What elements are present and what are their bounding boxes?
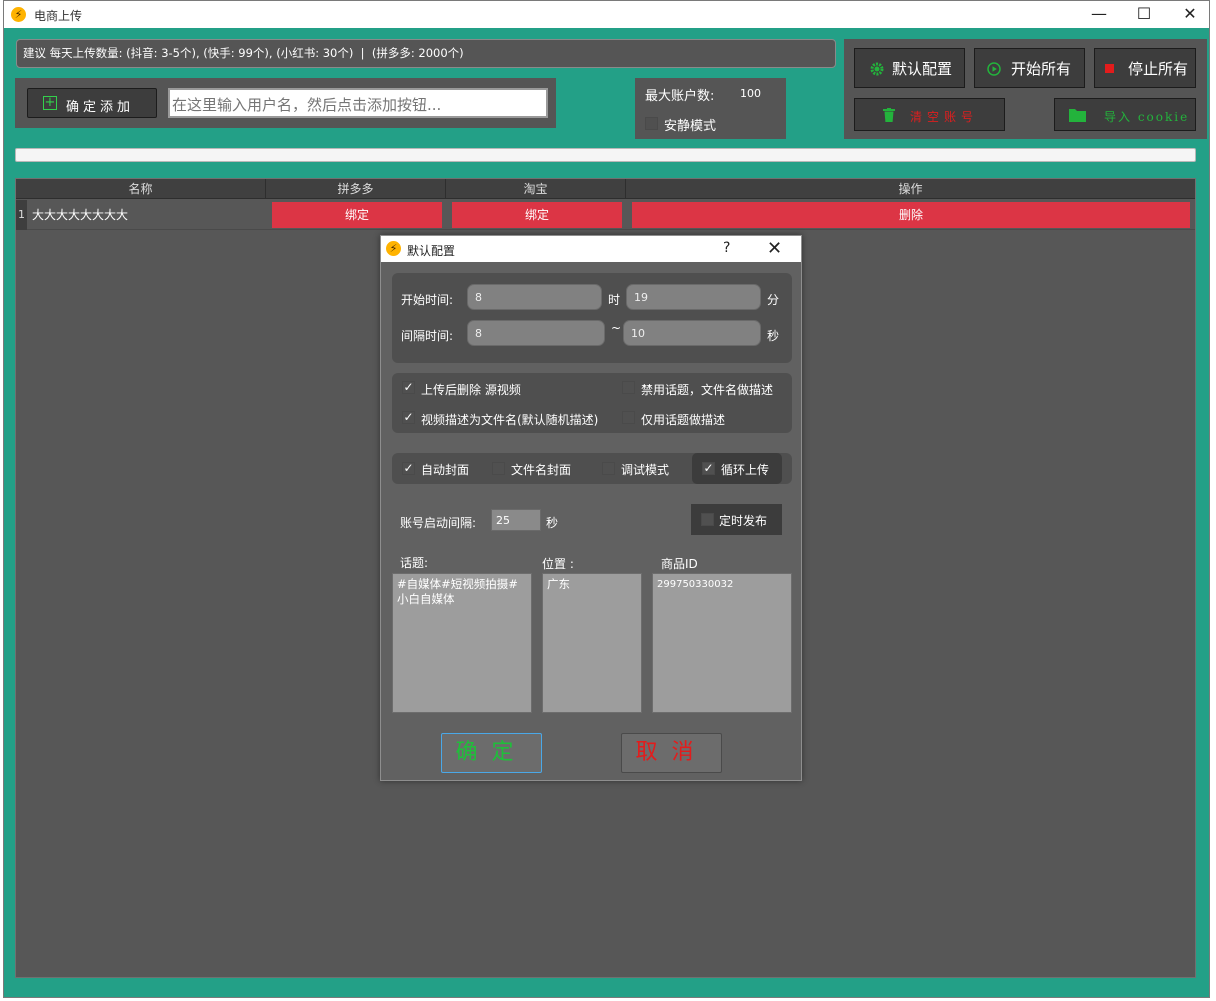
start-hour-field[interactable]: 8: [467, 284, 602, 310]
debug-mode-checkbox[interactable]: [602, 462, 615, 475]
upload-recommendation-notice: 建议 每天上传数量: (抖音: 3-5个), (快手: 99个), (小红书: …: [16, 39, 836, 68]
app-logo-icon: ⚡: [11, 7, 26, 22]
location-textarea[interactable]: 广东: [542, 573, 642, 713]
row-name: 大大大大大大大大: [32, 208, 129, 222]
start-all-label: 开始所有: [1011, 60, 1072, 78]
cancel-button[interactable]: 取消: [621, 733, 722, 773]
location-label: 位置 :: [542, 557, 574, 571]
bind-pdd-button[interactable]: 绑定: [272, 202, 442, 228]
start-minute-field[interactable]: 19: [626, 284, 761, 310]
time-settings-group: 开始时间: 8 时 19 分 间隔时间: 8 ~ 10 秒: [392, 273, 792, 363]
filename-cover-label: 文件名封面: [511, 463, 572, 477]
topic-only-label: 仅用话题做描述: [641, 413, 726, 427]
loop-upload-checkbox[interactable]: ✓: [702, 462, 715, 475]
add-user-panel: + 确定添加: [15, 78, 556, 128]
dialog-title: 默认配置: [407, 244, 456, 258]
delete-after-upload-label: 上传后删除 源视频: [421, 383, 521, 397]
plus-icon: +: [43, 95, 57, 110]
column-header-action[interactable]: 操作: [626, 179, 1195, 199]
topic-only-checkbox[interactable]: [622, 411, 635, 424]
product-id-label: 商品ID: [661, 557, 698, 571]
default-config-button[interactable]: 默认配置: [854, 48, 965, 88]
confirm-add-button[interactable]: + 确定添加: [27, 88, 157, 118]
clear-accounts-label: 清空账号: [910, 110, 979, 124]
scheduled-publish-toggle[interactable]: 定时发布: [691, 504, 782, 535]
scheduled-publish-label: 定时发布: [719, 514, 768, 528]
quiet-mode-label: 安静模式: [664, 119, 717, 134]
loop-upload-toggle[interactable]: ✓ 循环上传: [692, 453, 782, 484]
max-accounts-value: 100: [740, 87, 761, 100]
column-header-taobao[interactable]: 淘宝: [446, 179, 626, 199]
minimize-button[interactable]: —: [1076, 1, 1122, 28]
interval-to-field[interactable]: 10: [623, 320, 761, 346]
hour-unit-label: 时: [608, 293, 621, 307]
import-cookie-label: 导入 cookie: [1104, 110, 1190, 124]
table-row[interactable]: 1 大大大大大大大大 绑定 绑定 删除: [16, 200, 1195, 230]
stop-all-label: 停止所有: [1128, 60, 1189, 78]
column-header-name[interactable]: 名称: [16, 179, 266, 199]
username-input[interactable]: [168, 88, 548, 118]
delete-button[interactable]: 删除: [632, 202, 1190, 228]
default-config-dialog: ⚡ 默认配置 ? ✕ 开始时间: 8 时 19 分 间隔时间: 8 ~ 10 秒…: [380, 235, 802, 781]
account-interval-label: 账号启动间隔:: [400, 516, 477, 530]
title-bar: ⚡ 电商上传 — ☐ ✕: [4, 1, 1209, 28]
trash-icon: [883, 108, 895, 122]
default-config-label: 默认配置: [892, 60, 953, 78]
auto-cover-checkbox[interactable]: ✓: [402, 462, 415, 475]
progress-bar: [15, 148, 1196, 162]
desc-as-filename-checkbox[interactable]: ✓: [402, 411, 415, 424]
clear-accounts-button[interactable]: 清空账号: [854, 98, 1005, 131]
interval-label: 间隔时间:: [401, 329, 454, 343]
row-index: 1: [16, 200, 27, 230]
upload-options-group: ✓ 自动封面 文件名封面 调试模式 ✓ 循环上传: [392, 453, 792, 484]
delete-after-upload-checkbox[interactable]: ✓: [402, 381, 415, 394]
start-time-label: 开始时间:: [401, 293, 454, 307]
loop-upload-label: 循环上传: [721, 463, 770, 477]
scheduled-publish-checkbox[interactable]: [701, 513, 714, 526]
start-all-button[interactable]: 开始所有: [974, 48, 1085, 88]
window-title: 电商上传: [34, 9, 83, 23]
import-cookie-button[interactable]: 导入 cookie: [1054, 98, 1196, 131]
description-options-group: ✓ 上传后删除 源视频 禁用话题，文件名做描述 ✓ 视频描述为文件名(默认随机描…: [392, 373, 792, 433]
disable-topic-checkbox[interactable]: [622, 381, 635, 394]
dialog-close-button[interactable]: ✕: [767, 238, 782, 259]
topic-textarea[interactable]: #自媒体#短视频拍摄#小白自媒体: [392, 573, 532, 713]
play-circle-icon: [987, 62, 1001, 76]
maximize-button[interactable]: ☐: [1121, 1, 1167, 28]
quiet-mode-checkbox[interactable]: [645, 117, 658, 130]
desc-as-filename-label: 视频描述为文件名(默认随机描述): [421, 413, 599, 427]
folder-icon: [1069, 109, 1086, 122]
toolbar-panel: 默认配置 开始所有 停止所有 清空账号 导入 cookie: [844, 39, 1207, 139]
dialog-title-bar: ⚡ 默认配置 ? ✕: [381, 236, 801, 262]
ok-button[interactable]: 确定: [441, 733, 542, 773]
account-settings-panel: 最大账户数: 100 安静模式: [635, 78, 786, 139]
help-button[interactable]: ?: [723, 240, 730, 256]
second-unit-label: 秒: [767, 329, 780, 343]
dialog-logo-icon: ⚡: [386, 241, 401, 256]
filename-cover-checkbox[interactable]: [492, 462, 505, 475]
disable-topic-label: 禁用话题，文件名做描述: [641, 383, 774, 397]
close-window-button[interactable]: ✕: [1167, 1, 1213, 28]
stop-icon: [1105, 64, 1114, 73]
debug-mode-label: 调试模式: [621, 463, 670, 477]
topic-label: 话题:: [400, 556, 429, 570]
minute-unit-label: 分: [767, 293, 780, 307]
gear-icon: [870, 62, 884, 76]
confirm-add-label: 确定添加: [66, 100, 135, 115]
bind-taobao-button[interactable]: 绑定: [452, 202, 622, 228]
account-interval-field[interactable]: 25: [491, 509, 541, 531]
column-header-pdd[interactable]: 拼多多: [266, 179, 446, 199]
account-interval-unit: 秒: [546, 516, 559, 530]
interval-separator: ~: [611, 321, 622, 335]
stop-all-button[interactable]: 停止所有: [1094, 48, 1196, 88]
auto-cover-label: 自动封面: [421, 463, 470, 477]
interval-from-field[interactable]: 8: [467, 320, 605, 346]
max-accounts-label: 最大账户数:: [645, 89, 715, 104]
product-id-textarea[interactable]: 299750330032: [652, 573, 792, 713]
